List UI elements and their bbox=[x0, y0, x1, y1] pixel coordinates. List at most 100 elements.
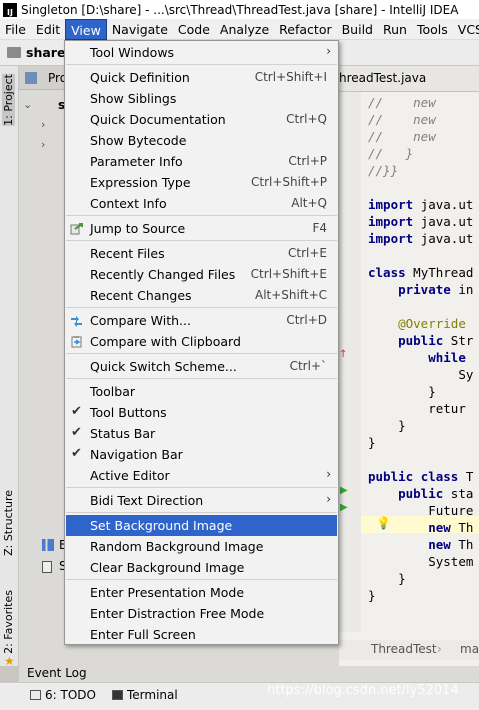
menu-item-enter-presentation-mode[interactable]: Enter Presentation Mode bbox=[66, 582, 337, 603]
todo-tool-button[interactable]: 6: TODO bbox=[30, 688, 96, 702]
menu-item-compare-with[interactable]: Compare With... Ctrl+D bbox=[66, 310, 337, 331]
menu-analyze[interactable]: Analyze bbox=[215, 19, 274, 40]
menu-item-parameter-info[interactable]: Parameter Info Ctrl+P bbox=[66, 151, 337, 172]
code-line[interactable]: System bbox=[368, 553, 473, 570]
code-line[interactable]: Sy bbox=[368, 366, 473, 383]
nav-crumb-share[interactable]: share bbox=[26, 45, 65, 60]
menu-item-expression-type[interactable]: Expression Type Ctrl+Shift+P bbox=[66, 172, 337, 193]
menu-item-bidi-text-direction[interactable]: Bidi Text Direction › bbox=[66, 490, 337, 511]
tree-collapse-icon[interactable]: › bbox=[41, 138, 45, 151]
code-line[interactable]: new Th bbox=[368, 519, 473, 536]
menu-item-shortcut: Ctrl+D bbox=[286, 313, 327, 327]
code-line[interactable]: public sta bbox=[368, 485, 473, 502]
code-line[interactable]: public class T bbox=[368, 468, 473, 485]
structure-tool-button[interactable]: Z: Structure bbox=[2, 490, 15, 556]
tree-expand-icon[interactable]: ⌄ bbox=[23, 98, 32, 111]
favorites-tool-button[interactable]: 2: Favorites bbox=[2, 590, 15, 654]
code-line[interactable]: import java.ut bbox=[368, 196, 473, 213]
menu-item-quick-definition[interactable]: Quick Definition Ctrl+Shift+I bbox=[66, 67, 337, 88]
code-line[interactable]: class MyThread bbox=[368, 264, 473, 281]
menu-file[interactable]: File bbox=[0, 19, 31, 40]
menu-item-context-info[interactable]: Context Info Alt+Q bbox=[66, 193, 337, 214]
menu-refactor[interactable]: Refactor bbox=[274, 19, 336, 40]
menu-item-shortcut: Alt+Q bbox=[291, 196, 327, 210]
menu-item-enter-full-screen[interactable]: Enter Full Screen bbox=[66, 624, 337, 645]
breadcrumb-method[interactable]: ma bbox=[460, 642, 479, 656]
menu-item-toolbar[interactable]: Toolbar bbox=[66, 381, 337, 402]
submenu-arrow-icon: › bbox=[326, 492, 331, 506]
menu-item-shortcut: Ctrl+E bbox=[288, 246, 327, 260]
menu-item-set-background-image[interactable]: Set Background Image bbox=[66, 515, 337, 536]
menu-item-show-siblings[interactable]: Show Siblings bbox=[66, 88, 337, 109]
code-line[interactable]: // new bbox=[368, 128, 436, 145]
breadcrumb-class[interactable]: ThreadTest bbox=[371, 642, 437, 656]
menu-item-quick-documentation[interactable]: Quick Documentation Ctrl+Q bbox=[66, 109, 337, 130]
code-line[interactable]: public Str bbox=[368, 332, 473, 349]
override-marker-icon[interactable]: ↑ bbox=[339, 349, 347, 360]
menu-item-enter-distraction-free-mode[interactable]: Enter Distraction Free Mode bbox=[66, 603, 337, 624]
menu-edit[interactable]: Edit bbox=[31, 19, 65, 40]
event-log-label[interactable]: Event Log bbox=[19, 666, 479, 682]
menu-separator bbox=[66, 215, 337, 216]
run-marker-icon[interactable]: ▶ bbox=[340, 485, 348, 496]
code-line[interactable]: retur bbox=[368, 400, 466, 417]
tree-collapse-icon[interactable]: › bbox=[41, 118, 45, 131]
menu-item-label: Quick Definition bbox=[90, 70, 190, 85]
menu-item-compare-with-clipboard[interactable]: Compare with Clipboard bbox=[66, 331, 337, 352]
checkmark-icon: ✔ bbox=[71, 404, 82, 419]
code-line[interactable]: } bbox=[368, 417, 406, 434]
code-line[interactable]: private in bbox=[368, 281, 473, 298]
menu-item-label: Recent Files bbox=[90, 246, 165, 261]
menu-view[interactable]: View bbox=[65, 18, 107, 40]
code-line[interactable]: import java.ut bbox=[368, 230, 473, 247]
code-line[interactable]: new Th bbox=[368, 536, 473, 553]
menu-item-navigation-bar[interactable]: ✔ Navigation Bar bbox=[66, 444, 337, 465]
menu-code[interactable]: Code bbox=[173, 19, 215, 40]
run-marker-icon[interactable]: ▶ bbox=[340, 502, 348, 513]
menu-item-label: Show Siblings bbox=[90, 91, 177, 106]
folder-icon bbox=[7, 47, 21, 58]
code-line[interactable]: //}} bbox=[368, 162, 398, 179]
code-line[interactable]: // } bbox=[368, 145, 413, 162]
menu-item-shortcut: F4 bbox=[312, 221, 327, 235]
menu-item-recent-changes[interactable]: Recent Changes Alt+Shift+C bbox=[66, 285, 337, 306]
code-line[interactable]: @Override bbox=[368, 315, 466, 332]
menu-navigate[interactable]: Navigate bbox=[107, 19, 173, 40]
menu-item-recent-files[interactable]: Recent Files Ctrl+E bbox=[66, 243, 337, 264]
menu-item-show-bytecode[interactable]: Show Bytecode bbox=[66, 130, 337, 151]
code-line[interactable]: while bbox=[368, 349, 466, 366]
menu-item-status-bar[interactable]: ✔ Status Bar bbox=[66, 423, 337, 444]
code-line[interactable]: // new bbox=[368, 94, 436, 111]
menu-separator bbox=[66, 353, 337, 354]
menu-item-tool-buttons[interactable]: ✔ Tool Buttons bbox=[66, 402, 337, 423]
libraries-icon bbox=[42, 539, 54, 551]
code-line[interactable]: } bbox=[368, 570, 406, 587]
code-line[interactable]: // new bbox=[368, 111, 436, 128]
menu-item-random-background-image[interactable]: Random Background Image bbox=[66, 536, 337, 557]
code-line[interactable]: } bbox=[368, 587, 376, 604]
terminal-tool-button[interactable]: Terminal bbox=[112, 688, 178, 702]
menu-item-active-editor[interactable]: Active Editor › bbox=[66, 465, 337, 486]
menu-vcs[interactable]: VCS bbox=[453, 19, 479, 40]
code-line[interactable]: Future bbox=[368, 502, 473, 519]
title-bar: IJ Singleton [D:\share] - ...\src\Thread… bbox=[0, 0, 479, 19]
menu-item-recently-changed-files[interactable]: Recently Changed Files Ctrl+Shift+E bbox=[66, 264, 337, 285]
menu-build[interactable]: Build bbox=[337, 19, 378, 40]
code-line[interactable]: } bbox=[368, 434, 376, 451]
scratch-icon bbox=[42, 561, 52, 573]
menu-item-tool-windows[interactable]: Tool Windows › bbox=[66, 42, 337, 63]
project-tool-button[interactable]: 1: Project bbox=[2, 74, 15, 126]
code-line[interactable]: } bbox=[368, 383, 436, 400]
menu-item-label: Recently Changed Files bbox=[90, 267, 236, 282]
code-line[interactable]: import java.ut bbox=[368, 213, 473, 230]
menu-item-label: Toolbar bbox=[90, 384, 136, 399]
menu-item-clear-background-image[interactable]: Clear Background Image bbox=[66, 557, 337, 578]
menu-item-quick-switch-scheme[interactable]: Quick Switch Scheme... Ctrl+` bbox=[66, 356, 337, 377]
menu-item-shortcut: Ctrl+` bbox=[289, 359, 327, 373]
editor-tab-threadtest[interactable]: hreadTest.java bbox=[339, 66, 426, 92]
menu-tools[interactable]: Tools bbox=[412, 19, 453, 40]
menu-item-jump-to-source[interactable]: Jump to Source F4 bbox=[66, 218, 337, 239]
window-title: Singleton [D:\share] - ...\src\Thread\Th… bbox=[21, 2, 459, 17]
menu-item-label: Compare with Clipboard bbox=[90, 334, 241, 349]
menu-run[interactable]: Run bbox=[378, 19, 412, 40]
